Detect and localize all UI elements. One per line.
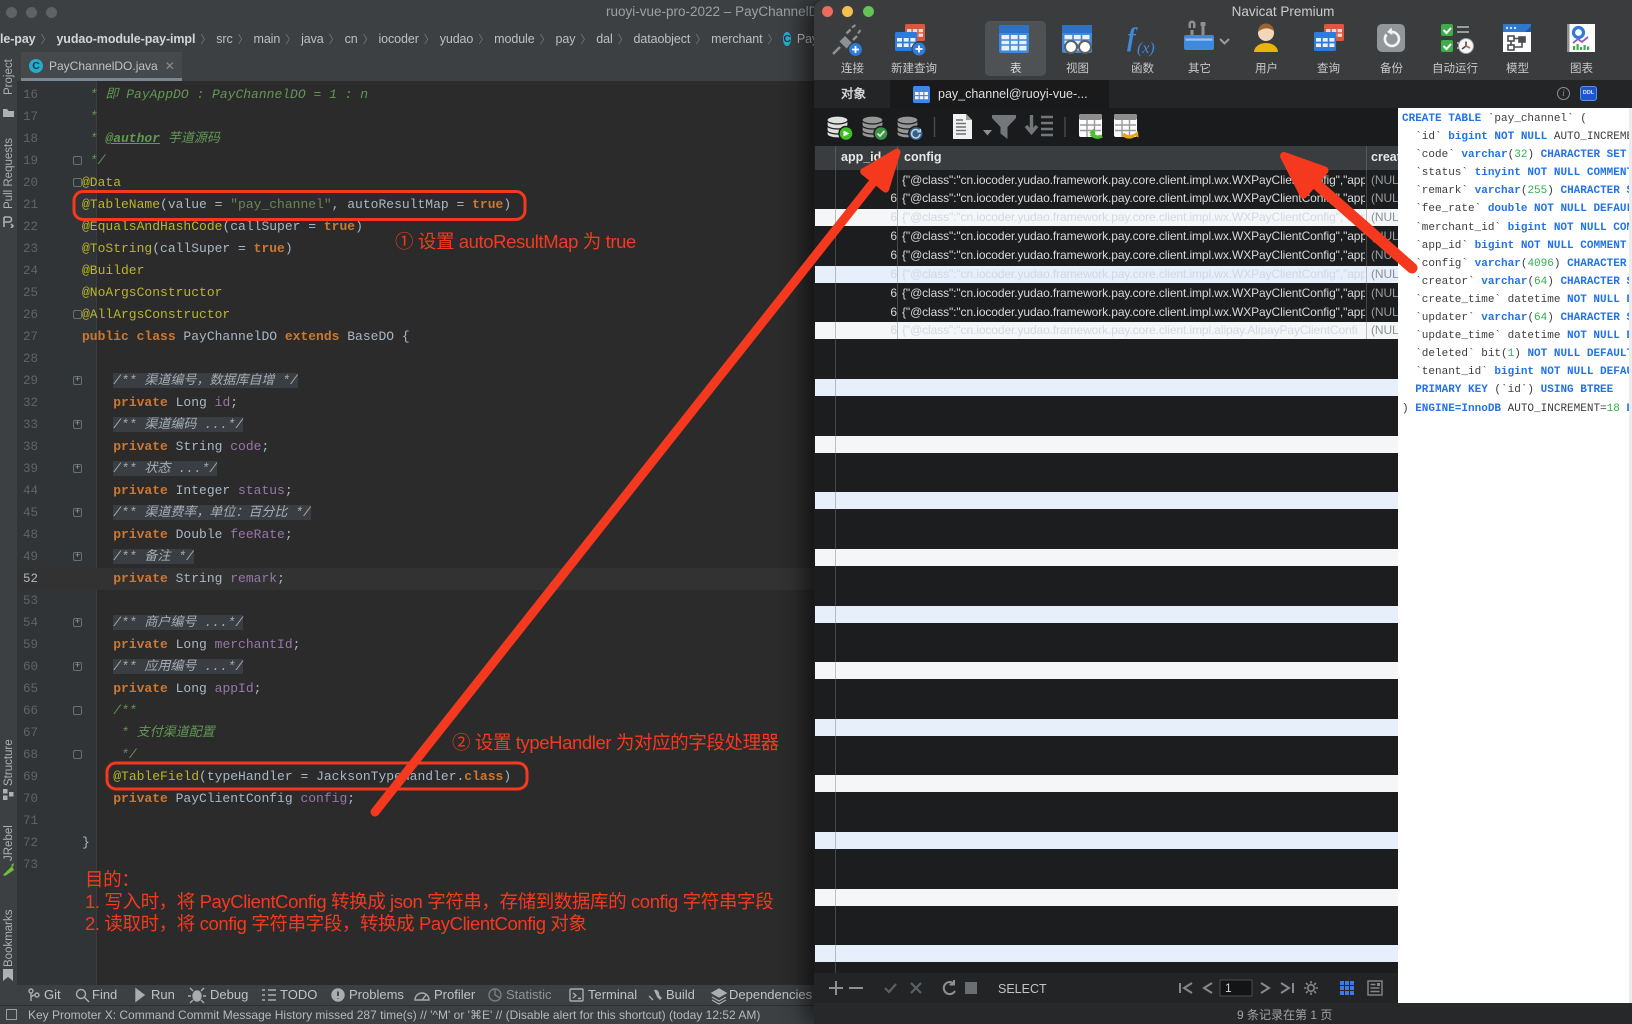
- svg-text:1: 1: [1225, 981, 1232, 995]
- svg-text:(x): (x): [1137, 40, 1155, 57]
- svg-text:SELECT: SELECT: [998, 982, 1047, 996]
